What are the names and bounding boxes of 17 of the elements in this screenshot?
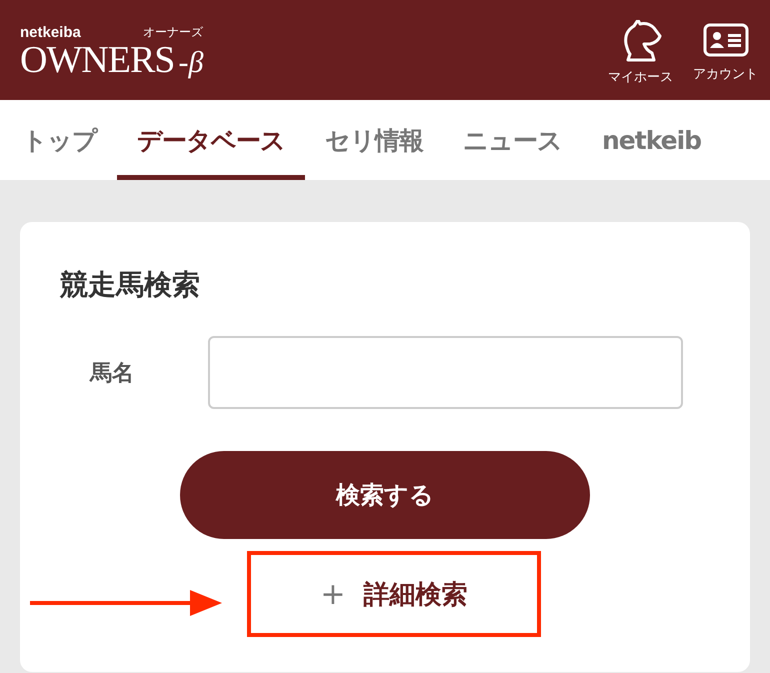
nav-tab[interactable]: ニュース: [443, 105, 582, 180]
field-label: 馬名: [88, 360, 135, 388]
search-button[interactable]: 検索する: [180, 451, 590, 539]
nav-tab[interactable]: セリ情報: [305, 105, 443, 180]
horse-name-field[interactable]: [208, 336, 683, 409]
id-card-icon: [702, 23, 748, 59]
detail-search-link[interactable]: + 詳細検索: [320, 576, 468, 612]
brand-subtitle: オーナーズ: [142, 24, 203, 41]
my-horse-button[interactable]: マイホース: [608, 20, 673, 86]
account-button[interactable]: アカウント: [693, 23, 758, 83]
logo-suffix: -β: [178, 46, 204, 80]
nav-tab[interactable]: トップ: [2, 105, 117, 180]
nav-tab[interactable]: netkeib: [582, 105, 722, 180]
logo-text: OWNERS: [20, 41, 174, 79]
brand-name: netkeiba: [20, 24, 81, 41]
nav-tab[interactable]: データベース: [117, 105, 305, 180]
card-title: 競走馬検索: [60, 267, 201, 303]
